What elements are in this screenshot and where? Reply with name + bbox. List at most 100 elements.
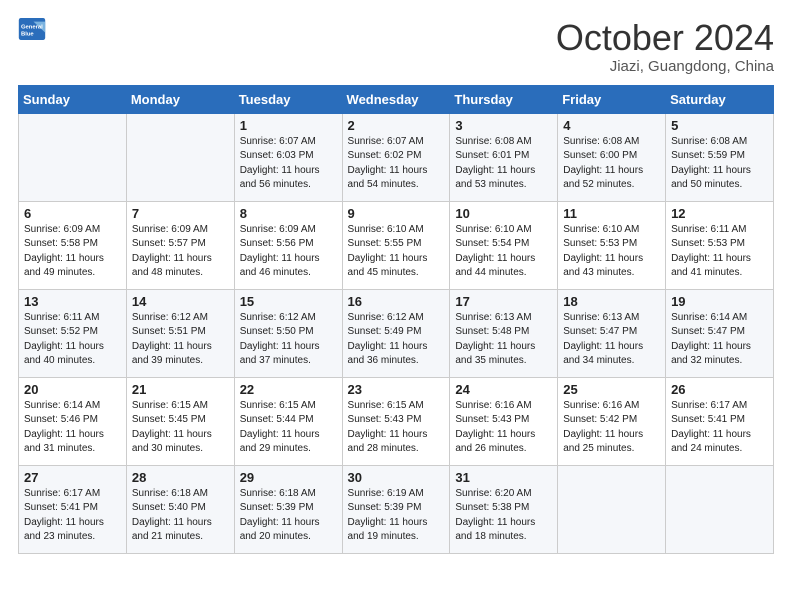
day-info: Sunrise: 6:07 AMSunset: 6:02 PMDaylight:… xyxy=(348,135,445,193)
day-number: 6 xyxy=(24,206,121,221)
calendar-cell: 5Sunrise: 6:08 AMSunset: 5:59 PMDaylight… xyxy=(666,113,774,201)
day-number: 23 xyxy=(348,382,445,397)
calendar-cell xyxy=(126,113,234,201)
day-number: 9 xyxy=(348,206,445,221)
day-info: Sunrise: 6:08 AMSunset: 6:00 PMDaylight:… xyxy=(563,135,660,193)
calendar-cell: 2 Sunrise: 6:07 AMSunset: 6:02 PMDaylight… xyxy=(342,113,450,201)
day-info: Sunrise: 6:20 AMSunset: 5:38 PMDaylight:… xyxy=(455,487,552,545)
day-number: 4 xyxy=(563,118,660,133)
calendar-cell: 29 Sunrise: 6:18 AMSunset: 5:39 PMDayligh… xyxy=(234,465,342,553)
calendar-container: General Blue October 2024 Jiazi, Guangdo… xyxy=(0,0,792,564)
day-number: 15 xyxy=(240,294,337,309)
day-info: Sunrise: 6:09 AMSunset: 5:58 PMDaylight:… xyxy=(24,223,121,281)
day-number: 1 xyxy=(240,118,337,133)
calendar-cell: 11 Sunrise: 6:10 AMSunset: 5:53 PMDayligh… xyxy=(558,201,666,289)
calendar-cell: 17Sunrise: 6:13 AMSunset: 5:48 PMDayligh… xyxy=(450,289,558,377)
day-info: Sunrise: 6:16 AMSunset: 5:43 PMDaylight:… xyxy=(455,399,552,457)
logo: General Blue xyxy=(18,18,46,40)
calendar-cell: 25 Sunrise: 6:16 AMSunset: 5:42 PMDayligh… xyxy=(558,377,666,465)
day-number: 14 xyxy=(132,294,229,309)
calendar-table: SundayMondayTuesdayWednesdayThursdayFrid… xyxy=(18,85,774,554)
day-number: 8 xyxy=(240,206,337,221)
day-number: 31 xyxy=(455,470,552,485)
day-number: 27 xyxy=(24,470,121,485)
day-number: 30 xyxy=(348,470,445,485)
day-info: Sunrise: 6:17 AMSunset: 5:41 PMDaylight:… xyxy=(671,399,768,457)
day-number: 12 xyxy=(671,206,768,221)
calendar-cell: 4 Sunrise: 6:08 AMSunset: 6:00 PMDaylight… xyxy=(558,113,666,201)
calendar-cell: 22Sunrise: 6:15 AMSunset: 5:44 PMDayligh… xyxy=(234,377,342,465)
calendar-cell: 19 Sunrise: 6:14 AMSunset: 5:47 PMDayligh… xyxy=(666,289,774,377)
weekday-header-saturday: Saturday xyxy=(666,85,774,113)
day-number: 20 xyxy=(24,382,121,397)
day-info: Sunrise: 6:19 AMSunset: 5:39 PMDaylight:… xyxy=(348,487,445,545)
calendar-cell xyxy=(666,465,774,553)
day-number: 24 xyxy=(455,382,552,397)
day-info: Sunrise: 6:09 AMSunset: 5:56 PMDaylight:… xyxy=(240,223,337,281)
day-info: Sunrise: 6:10 AMSunset: 5:54 PMDaylight:… xyxy=(455,223,552,281)
calendar-cell: 12 Sunrise: 6:11 AMSunset: 5:53 PMDayligh… xyxy=(666,201,774,289)
calendar-cell: 6 Sunrise: 6:09 AMSunset: 5:58 PMDaylight… xyxy=(19,201,127,289)
day-info: Sunrise: 6:18 AMSunset: 5:40 PMDaylight:… xyxy=(132,487,229,545)
day-number: 26 xyxy=(671,382,768,397)
day-info: Sunrise: 6:15 AMSunset: 5:44 PMDaylight:… xyxy=(240,399,337,457)
calendar-cell: 10 Sunrise: 6:10 AMSunset: 5:54 PMDayligh… xyxy=(450,201,558,289)
day-info: Sunrise: 6:14 AMSunset: 5:46 PMDaylight:… xyxy=(24,399,121,457)
day-info: Sunrise: 6:08 AMSunset: 6:01 PMDaylight:… xyxy=(455,135,552,193)
calendar-cell: 21Sunrise: 6:15 AMSunset: 5:45 PMDayligh… xyxy=(126,377,234,465)
day-number: 10 xyxy=(455,206,552,221)
calendar-cell: 1 Sunrise: 6:07 AMSunset: 6:03 PMDaylight… xyxy=(234,113,342,201)
day-info: Sunrise: 6:08 AMSunset: 5:59 PMDaylight:… xyxy=(671,135,768,193)
day-number: 7 xyxy=(132,206,229,221)
day-number: 29 xyxy=(240,470,337,485)
day-info: Sunrise: 6:15 AMSunset: 5:43 PMDaylight:… xyxy=(348,399,445,457)
weekday-header-friday: Friday xyxy=(558,85,666,113)
day-number: 2 xyxy=(348,118,445,133)
calendar-cell: 26 Sunrise: 6:17 AMSunset: 5:41 PMDayligh… xyxy=(666,377,774,465)
location: Jiazi, Guangdong, China xyxy=(556,58,774,75)
day-info: Sunrise: 6:14 AMSunset: 5:47 PMDaylight:… xyxy=(671,311,768,369)
day-info: Sunrise: 6:07 AMSunset: 6:03 PMDaylight:… xyxy=(240,135,337,193)
day-number: 3 xyxy=(455,118,552,133)
day-info: Sunrise: 6:18 AMSunset: 5:39 PMDaylight:… xyxy=(240,487,337,545)
svg-text:General: General xyxy=(21,24,43,30)
day-info: Sunrise: 6:09 AMSunset: 5:57 PMDaylight:… xyxy=(132,223,229,281)
calendar-cell: 24 Sunrise: 6:16 AMSunset: 5:43 PMDayligh… xyxy=(450,377,558,465)
logo-icon: General Blue xyxy=(18,18,46,40)
day-number: 11 xyxy=(563,206,660,221)
calendar-cell: 31 Sunrise: 6:20 AMSunset: 5:38 PMDayligh… xyxy=(450,465,558,553)
weekday-header-monday: Monday xyxy=(126,85,234,113)
day-info: Sunrise: 6:13 AMSunset: 5:48 PMDaylight:… xyxy=(455,311,552,369)
header: General Blue October 2024 Jiazi, Guangdo… xyxy=(18,18,774,75)
day-number: 28 xyxy=(132,470,229,485)
calendar-cell: 14Sunrise: 6:12 AMSunset: 5:51 PMDayligh… xyxy=(126,289,234,377)
day-number: 18 xyxy=(563,294,660,309)
calendar-cell: 18 Sunrise: 6:13 AMSunset: 5:47 PMDayligh… xyxy=(558,289,666,377)
day-number: 13 xyxy=(24,294,121,309)
svg-text:Blue: Blue xyxy=(21,32,34,38)
day-info: Sunrise: 6:13 AMSunset: 5:47 PMDaylight:… xyxy=(563,311,660,369)
calendar-cell xyxy=(558,465,666,553)
day-info: Sunrise: 6:16 AMSunset: 5:42 PMDaylight:… xyxy=(563,399,660,457)
calendar-cell: 15Sunrise: 6:12 AMSunset: 5:50 PMDayligh… xyxy=(234,289,342,377)
weekday-header-tuesday: Tuesday xyxy=(234,85,342,113)
day-number: 19 xyxy=(671,294,768,309)
day-info: Sunrise: 6:10 AMSunset: 5:55 PMDaylight:… xyxy=(348,223,445,281)
title-block: October 2024 Jiazi, Guangdong, China xyxy=(556,18,774,75)
calendar-cell: 20 Sunrise: 6:14 AMSunset: 5:46 PMDayligh… xyxy=(19,377,127,465)
calendar-cell xyxy=(19,113,127,201)
day-info: Sunrise: 6:10 AMSunset: 5:53 PMDaylight:… xyxy=(563,223,660,281)
month-title: October 2024 xyxy=(556,18,774,58)
weekday-header-thursday: Thursday xyxy=(450,85,558,113)
day-number: 25 xyxy=(563,382,660,397)
calendar-cell: 7 Sunrise: 6:09 AMSunset: 5:57 PMDaylight… xyxy=(126,201,234,289)
calendar-cell: 16Sunrise: 6:12 AMSunset: 5:49 PMDayligh… xyxy=(342,289,450,377)
calendar-cell: 23 Sunrise: 6:15 AMSunset: 5:43 PMDayligh… xyxy=(342,377,450,465)
calendar-cell: 13 Sunrise: 6:11 AMSunset: 5:52 PMDayligh… xyxy=(19,289,127,377)
day-info: Sunrise: 6:11 AMSunset: 5:53 PMDaylight:… xyxy=(671,223,768,281)
calendar-cell: 28 Sunrise: 6:18 AMSunset: 5:40 PMDayligh… xyxy=(126,465,234,553)
day-number: 21 xyxy=(132,382,229,397)
day-info: Sunrise: 6:11 AMSunset: 5:52 PMDaylight:… xyxy=(24,311,121,369)
day-number: 16 xyxy=(348,294,445,309)
calendar-cell: 30 Sunrise: 6:19 AMSunset: 5:39 PMDayligh… xyxy=(342,465,450,553)
